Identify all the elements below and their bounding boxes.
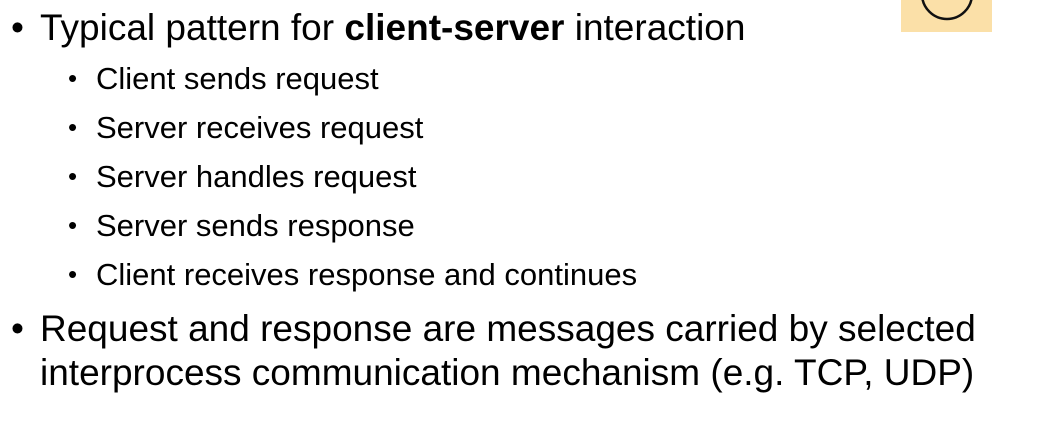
sub-bullet-text: Server sends response bbox=[96, 208, 415, 243]
bullet-point-client-server: • Typical pattern for client-server inter… bbox=[0, 6, 1056, 50]
sub-bullet-list: • Client sends request • Server receives r… bbox=[0, 54, 1056, 299]
bullet-list-2: • Request and response are messages carri… bbox=[0, 307, 1056, 395]
sub-bullet-text: Server handles request bbox=[96, 159, 417, 194]
bullet-text-before: Typical pattern for bbox=[40, 7, 345, 48]
bullet-icon: • bbox=[68, 161, 78, 191]
slide-body: • Typical pattern for client-server inter… bbox=[0, 0, 1056, 395]
sub-bullet-item: • Client sends request bbox=[0, 54, 1056, 103]
sub-bullet-text: Client sends request bbox=[96, 61, 379, 96]
sub-bullet-item: • Server sends response bbox=[0, 201, 1056, 250]
bullet-icon: • bbox=[11, 7, 24, 48]
sub-bullet-text: Client receives response and continues bbox=[96, 257, 638, 292]
bullet-text-after: interaction bbox=[564, 7, 746, 48]
sub-bullet-item: • Client receives response and continues bbox=[0, 250, 1056, 299]
bullet-point-messages: • Request and response are messages carri… bbox=[0, 307, 1056, 395]
sub-bullet-item: • Server handles request bbox=[0, 152, 1056, 201]
bullet-text: Request and response are messages carrie… bbox=[40, 308, 976, 393]
sub-bullet-text: Server receives request bbox=[96, 110, 424, 145]
bullet-text-bold: client-server bbox=[344, 7, 565, 48]
bullet-list: • Typical pattern for client-server inter… bbox=[0, 6, 1056, 50]
bullet-icon: • bbox=[68, 63, 78, 93]
sub-bullet-item: • Server receives request bbox=[0, 103, 1056, 152]
bullet-icon: • bbox=[68, 210, 78, 240]
bullet-icon: • bbox=[68, 259, 78, 289]
bullet-icon: • bbox=[68, 112, 78, 142]
bullet-icon: • bbox=[11, 308, 24, 349]
